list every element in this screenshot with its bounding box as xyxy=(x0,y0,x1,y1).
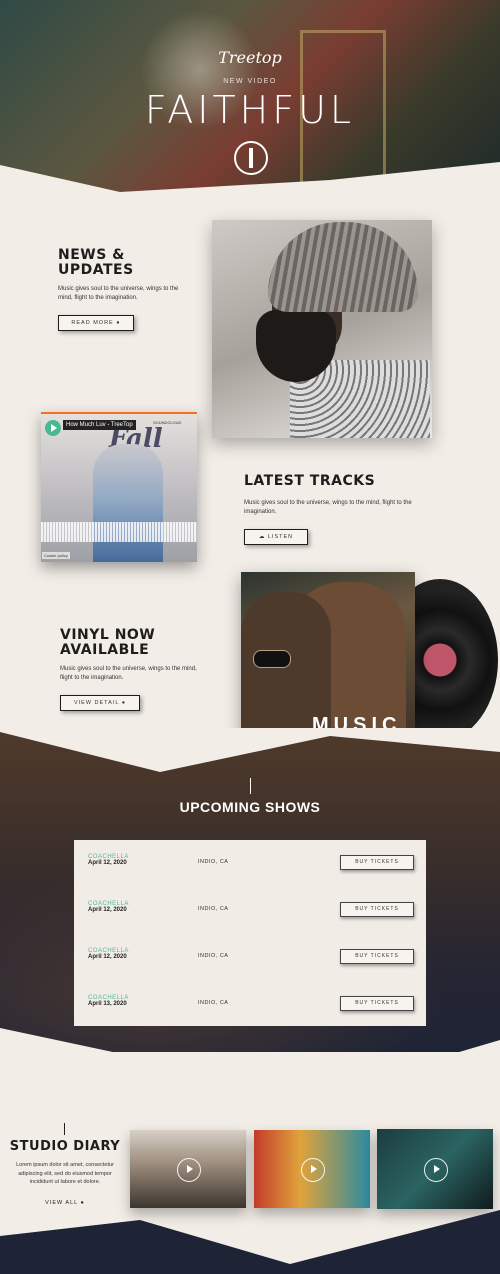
show-row: COACHELLA April 12, 2020 xyxy=(88,948,129,960)
headphones-icon: ☁ xyxy=(258,534,266,540)
show-row: COACHELLA April 12, 2020 xyxy=(88,854,129,866)
play-icon[interactable] xyxy=(177,1158,201,1182)
news-text-line1: Music gives soul to the universe, wings … xyxy=(58,286,179,292)
diary-divider-line xyxy=(64,1123,65,1135)
hero-title: FAITHFUL xyxy=(144,88,356,132)
show-date: April 12, 2020 xyxy=(88,907,127,913)
news-heading: NEWS & UPDATES xyxy=(58,248,134,278)
show-location: INDIO, CA xyxy=(198,1000,229,1006)
buy-tickets-button[interactable]: BUY TICKETS xyxy=(340,949,414,964)
diary-text-line1: Lorem ipsum dolor sit amet, consectetur xyxy=(16,1162,114,1168)
show-date: April 13, 2020 xyxy=(88,1001,127,1007)
tracks-text-line1: Music gives soul to the universe, wings … xyxy=(244,500,412,506)
news-text-line2: mind, flight to the imagination. xyxy=(58,295,138,301)
vinyl-heading: VINYL NOW AVAILABLE xyxy=(60,628,155,658)
shows-divider-line xyxy=(250,778,251,794)
show-row: COACHELLA April 12, 2020 xyxy=(88,901,129,913)
cookie-policy-link[interactable]: Cookie policy xyxy=(42,552,70,559)
buy-tickets-button[interactable]: BUY TICKETS xyxy=(340,855,414,870)
read-more-button[interactable]: READ MORE ● xyxy=(58,315,134,331)
read-more-label: READ MORE xyxy=(71,320,114,326)
vinyl-text-line2: flight to the imagination. xyxy=(60,675,124,681)
arrow-circle-icon: ● xyxy=(116,320,121,326)
tracks-text-line2: imagination. xyxy=(244,509,277,515)
news-heading-line1: NEWS & xyxy=(58,247,125,263)
soundcloud-logo[interactable]: SOUNDCLOUD xyxy=(153,420,181,425)
vinyl-heading-line2: AVAILABLE xyxy=(60,642,150,658)
shows-top-divider xyxy=(0,728,500,772)
show-date: April 12, 2020 xyxy=(88,954,127,960)
tracks-text: Music gives soul to the universe, wings … xyxy=(244,499,434,517)
cover-artist xyxy=(93,444,163,562)
vinyl-text-line1: Music gives soul to the universe, wings … xyxy=(60,666,197,672)
listen-button[interactable]: ☁ LISTEN xyxy=(244,529,308,545)
show-location: INDIO, CA xyxy=(198,953,229,959)
brand-logo[interactable]: Treetop xyxy=(0,48,500,67)
show-row: COACHELLA April 13, 2020 xyxy=(88,995,129,1007)
footer-band xyxy=(0,1210,500,1274)
show-date: April 12, 2020 xyxy=(88,860,127,866)
diary-text-line3: incididunt ut labore et dolore. xyxy=(29,1179,101,1185)
buy-tickets-button[interactable]: BUY TICKETS xyxy=(340,902,414,917)
arrow-circle-icon: ● xyxy=(121,700,127,706)
show-location: INDIO, CA xyxy=(198,906,229,912)
view-detail-button[interactable]: VIEW DETAIL ● xyxy=(60,695,140,711)
diary-video-mixing-desk[interactable] xyxy=(130,1130,246,1208)
tracks-heading: LATEST TRACKS xyxy=(244,473,376,489)
diary-video-headphones[interactable] xyxy=(254,1130,370,1208)
album-cover[interactable]: MUSIC xyxy=(241,572,415,747)
soundcloud-player[interactable]: Fall How Much Luv - TreeTop SOUNDCLOUD C… xyxy=(41,412,197,562)
view-detail-label: VIEW DETAIL xyxy=(73,700,120,706)
shows-table: COACHELLA April 12, 2020 INDIO, CA BUY T… xyxy=(74,840,426,1026)
news-text: Music gives soul to the universe, wings … xyxy=(58,285,208,303)
waveform[interactable] xyxy=(41,522,197,542)
play-icon[interactable] xyxy=(424,1158,448,1182)
show-location: INDIO, CA xyxy=(198,859,229,865)
track-title[interactable]: How Much Luv - TreeTop xyxy=(63,420,136,430)
shows-bottom-divider xyxy=(0,1028,500,1100)
hero-kicker: NEW VIDEO xyxy=(223,78,277,85)
diary-text: Lorem ipsum dolor sit amet, consectetur … xyxy=(0,1161,130,1187)
vinyl-text: Music gives soul to the universe, wings … xyxy=(60,665,220,683)
listen-label: LISTEN xyxy=(267,534,294,540)
news-heading-line2: UPDATES xyxy=(58,262,134,278)
play-icon[interactable] xyxy=(45,420,61,436)
vinyl-heading-line1: VINYL NOW xyxy=(60,627,156,643)
album-sunglasses xyxy=(253,650,291,668)
diary-heading: STUDIO DIARY xyxy=(9,1139,121,1154)
diary-video-singer[interactable] xyxy=(377,1129,493,1209)
diary-text-line2: adipiscing elit, sed do eiusmod tempor xyxy=(18,1170,112,1177)
shows-heading: UPCOMING SHOWS xyxy=(179,799,321,815)
play-icon[interactable] xyxy=(301,1158,325,1182)
buy-tickets-button[interactable]: BUY TICKETS xyxy=(340,996,414,1011)
play-video-icon[interactable] xyxy=(234,141,268,175)
